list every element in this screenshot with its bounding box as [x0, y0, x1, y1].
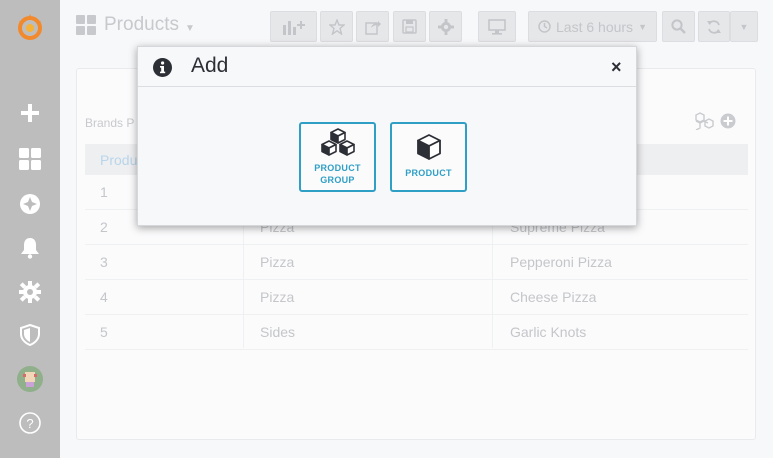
search-zoom-icon	[671, 19, 686, 34]
help-icon[interactable]: ?	[0, 403, 60, 443]
table-row: 3 Pizza Pepperoni Pizza	[85, 245, 748, 280]
table-cell: Pepperoni Pizza	[510, 254, 612, 270]
table-cell: 2	[100, 219, 108, 235]
table-cell: Pizza	[260, 289, 295, 305]
grafana-logo-icon[interactable]	[0, 7, 60, 47]
dashboard-navbar: Products ▼ Last 6 hours ▼ ▼	[60, 0, 773, 52]
save-icon	[402, 19, 417, 34]
zoom-out-button[interactable]	[662, 11, 695, 42]
product-cube-icon	[416, 134, 441, 160]
add-panel-icon	[282, 20, 305, 35]
refresh-interval-dropdown[interactable]: ▼	[730, 11, 758, 42]
time-range-label: Last 6 hours	[556, 18, 634, 35]
settings-button[interactable]	[429, 11, 462, 42]
server-admin-shield-icon[interactable]	[0, 315, 60, 355]
table-cell: Sides	[260, 324, 296, 340]
add-product-button[interactable]: PRODUCT	[390, 122, 467, 192]
refresh-button[interactable]	[698, 11, 730, 42]
configuration-gear-icon[interactable]	[0, 272, 60, 312]
table-cell: 3	[100, 254, 108, 270]
caret-down-icon: ▼	[739, 21, 749, 32]
add-panel-button[interactable]	[270, 11, 317, 42]
product-group-icon	[320, 128, 355, 156]
add-modal: Add × PRODUCT GROUP PRODUCT	[137, 46, 637, 226]
tile-label: PRODUCT	[405, 167, 452, 179]
table-cell: Cheese Pizza	[510, 289, 597, 305]
table-cell: 4	[100, 289, 108, 305]
table-row: 5 Sides Garlic Knots	[85, 315, 748, 350]
column-header[interactable]: Produ	[85, 152, 137, 168]
settings-gear-icon	[437, 18, 454, 35]
close-button[interactable]: ×	[611, 58, 622, 76]
share-button[interactable]	[356, 11, 389, 42]
table-cell: Garlic Knots	[510, 324, 587, 340]
save-button[interactable]	[393, 11, 426, 42]
dashboard-grid-icon	[76, 15, 96, 35]
sidebar: ?	[0, 0, 60, 458]
panel-actions	[694, 112, 736, 130]
modal-header: Add ×	[138, 47, 636, 87]
star-icon	[328, 18, 345, 35]
tile-label-line: GROUP	[320, 175, 355, 185]
table-cell: Pizza	[260, 254, 295, 270]
add-product-group-button[interactable]: PRODUCT GROUP	[299, 122, 376, 192]
info-icon	[153, 58, 172, 77]
panel-title: Brands P	[85, 116, 135, 130]
caret-down-icon: ▼	[184, 22, 195, 34]
user-avatar[interactable]	[0, 359, 60, 399]
help-icon-glyph: ?	[26, 416, 33, 431]
tile-label-line: PRODUCT	[314, 163, 361, 173]
clock-icon	[538, 20, 551, 33]
table-cell: 5	[100, 324, 108, 340]
alerting-bell-icon[interactable]	[0, 228, 60, 268]
time-picker-button[interactable]: Last 6 hours ▼	[528, 11, 657, 42]
caret-down-icon: ▼	[638, 21, 647, 32]
add-circle-icon[interactable]	[720, 113, 736, 129]
tile-label-line: PRODUCT	[405, 168, 452, 178]
share-icon	[364, 20, 381, 35]
product-group-icon[interactable]	[694, 112, 716, 130]
tile-label: PRODUCT GROUP	[314, 162, 361, 186]
monitor-icon	[488, 18, 506, 35]
dashboard-picker[interactable]: Products ▼	[76, 14, 195, 36]
refresh-icon	[707, 19, 721, 34]
table-cell: 1	[100, 184, 108, 200]
create-icon[interactable]	[0, 93, 60, 133]
table-row: 4 Pizza Cheese Pizza	[85, 280, 748, 315]
dashboard-title: Products	[104, 14, 179, 35]
dashboards-icon[interactable]	[0, 139, 60, 179]
star-button[interactable]	[320, 11, 353, 42]
explore-compass-icon[interactable]	[0, 184, 60, 224]
view-mode-button[interactable]	[478, 11, 516, 42]
modal-title: Add	[191, 54, 229, 77]
